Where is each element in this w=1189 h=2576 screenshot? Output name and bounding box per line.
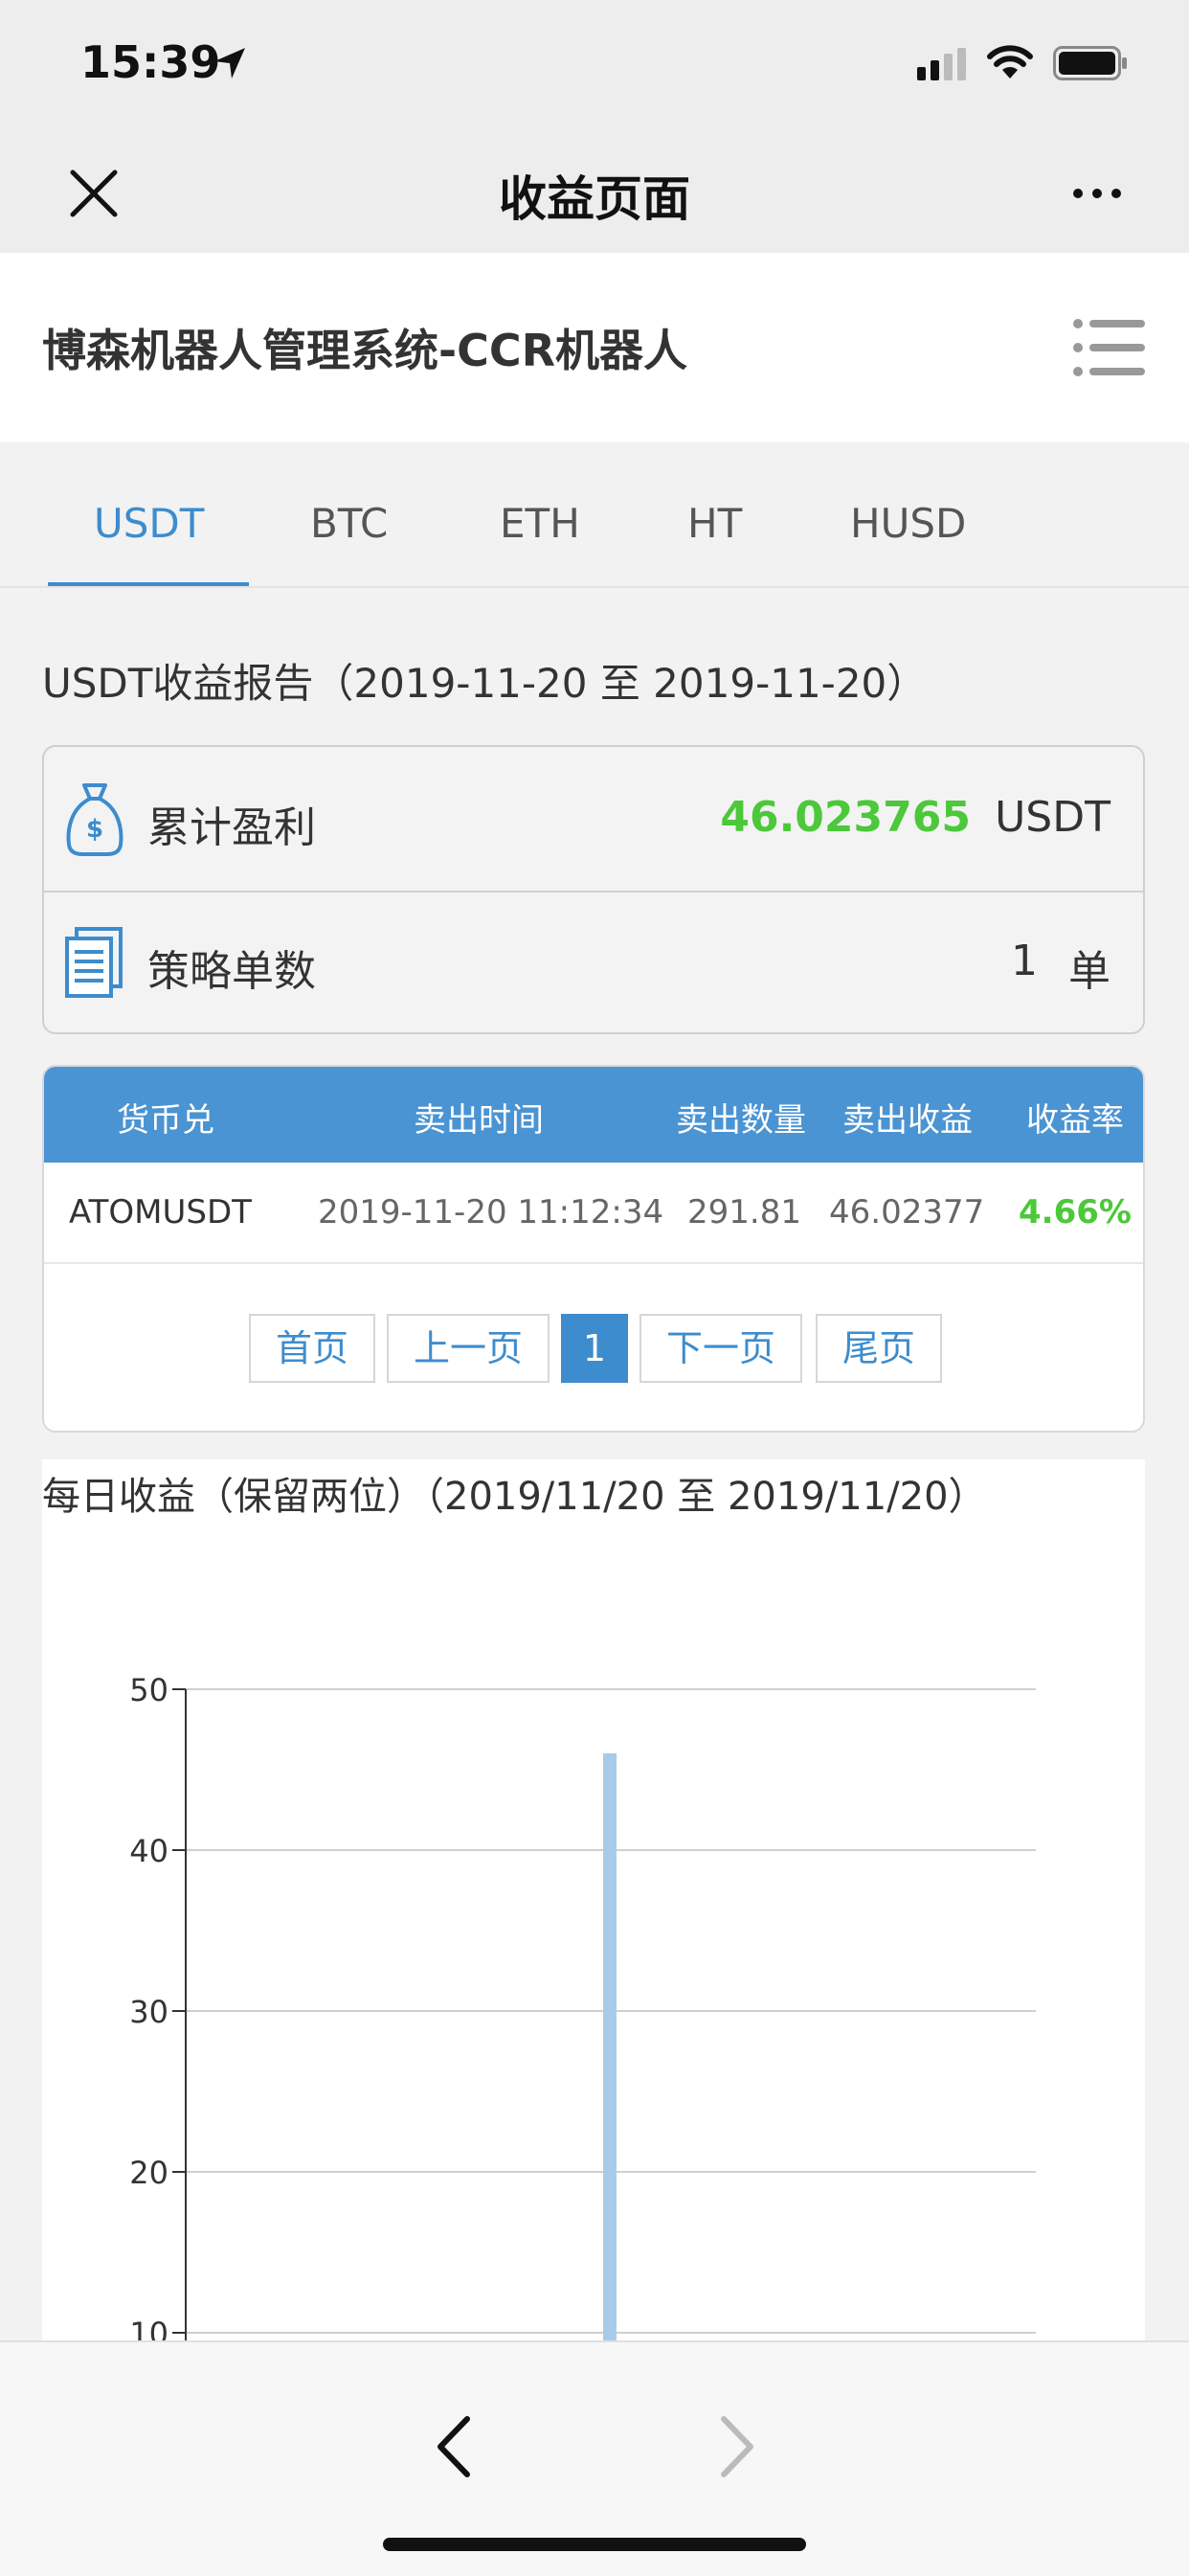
- tab-usdt[interactable]: USDT: [94, 500, 204, 547]
- cell-sell-qty: 291.81: [687, 1193, 801, 1232]
- orders-label: 策略单数: [147, 947, 316, 996]
- more-icon[interactable]: [1070, 184, 1124, 203]
- pagination: 首页 上一页 1 下一页 尾页: [44, 1314, 1143, 1387]
- col-sell-time: 卖出时间: [414, 1101, 544, 1140]
- profit-value: 46.023765: [720, 793, 971, 842]
- tab-ht[interactable]: HT: [687, 500, 742, 547]
- forward-arrow-icon[interactable]: [708, 2404, 766, 2490]
- prev-page-button[interactable]: 上一页: [387, 1314, 550, 1383]
- col-sell-profit: 卖出收益: [842, 1101, 973, 1140]
- y-tick-label: 50: [129, 1672, 168, 1708]
- col-pair: 货币兑: [117, 1101, 214, 1140]
- app-header: 博森机器人管理系统-CCR机器人: [0, 253, 1189, 442]
- y-tick-label: 30: [129, 1994, 168, 2030]
- table-header: 货币兑 卖出时间 卖出数量 卖出收益 收益率: [44, 1067, 1143, 1163]
- report-title: USDT收益报告（2019-11-20 至 2019-11-20）: [42, 660, 928, 707]
- nav-bar: 收益页面: [0, 134, 1189, 253]
- daily-profit-chart: 10 20 30 40 50 每日收益（保留两位）（2019/11/20 至 2019/…: [42, 1459, 1145, 2340]
- nav-title: 收益页面: [499, 171, 690, 227]
- orders-row: 策略单数 1 单: [44, 891, 1143, 1034]
- svg-text:$: $: [86, 815, 103, 844]
- cell-pair: ATOMUSDT: [69, 1193, 252, 1232]
- y-tick-label: 20: [129, 2155, 168, 2191]
- cell-sell-profit: 46.02377: [829, 1193, 985, 1232]
- back-arrow-icon[interactable]: [425, 2404, 482, 2490]
- list-menu-icon[interactable]: [1072, 316, 1147, 379]
- y-tick-label: 10: [129, 2316, 168, 2340]
- chart-bar: [603, 1752, 617, 2340]
- cell-sell-time: 2019-11-20 11:12:34: [318, 1193, 664, 1232]
- next-page-button[interactable]: 下一页: [639, 1314, 802, 1383]
- summary-card: $ 累计盈利 46.023765 USDT 策略单数 1 单: [42, 745, 1145, 1034]
- document-icon: [65, 927, 123, 998]
- status-time: 15:39: [80, 36, 221, 88]
- orders-value: 1: [1011, 937, 1038, 985]
- money-bag-icon: $: [66, 783, 123, 856]
- currency-tabs: USDT BTC ETH HT HUSD: [0, 442, 1189, 588]
- tab-husd[interactable]: HUSD: [850, 500, 966, 547]
- app-title: 博森机器人管理系统-CCR机器人: [42, 325, 688, 376]
- chart-title: 每日收益（保留两位）（2019/11/20 至 2019/11/20）: [42, 1475, 987, 1519]
- col-yield: 收益率: [1026, 1101, 1124, 1140]
- profit-unit: USDT: [995, 793, 1110, 842]
- profit-label: 累计盈利: [147, 803, 316, 852]
- profit-row: $ 累计盈利 46.023765 USDT: [44, 747, 1143, 893]
- orders-unit: 单: [1068, 947, 1110, 996]
- wifi-icon: [987, 45, 1033, 79]
- last-page-button[interactable]: 尾页: [816, 1314, 942, 1383]
- y-tick-label: 40: [129, 1833, 168, 1869]
- active-tab-indicator: [48, 582, 249, 586]
- chart-canvas: 10 20 30 40 50: [129, 1672, 1036, 2340]
- cellular-signal-icon: [917, 48, 966, 80]
- tab-btc[interactable]: BTC: [310, 500, 388, 547]
- table-row: ATOMUSDT 2019-11-20 11:12:34 291.81 46.0…: [44, 1163, 1143, 1264]
- cell-yield: 4.66%: [1019, 1193, 1132, 1232]
- home-indicator: [383, 2538, 806, 2551]
- location-arrow-icon: [214, 48, 245, 79]
- col-sell-qty: 卖出数量: [676, 1101, 806, 1140]
- tab-eth[interactable]: ETH: [500, 500, 580, 547]
- first-page-button[interactable]: 首页: [249, 1314, 375, 1383]
- current-page-button[interactable]: 1: [561, 1314, 628, 1383]
- status-bar: 15:39: [0, 0, 1189, 134]
- battery-icon: [1053, 46, 1127, 80]
- trade-table: 货币兑 卖出时间 卖出数量 卖出收益 收益率 ATOMUSDT 2019-11-…: [42, 1065, 1145, 1433]
- bottom-toolbar: [0, 2340, 1189, 2576]
